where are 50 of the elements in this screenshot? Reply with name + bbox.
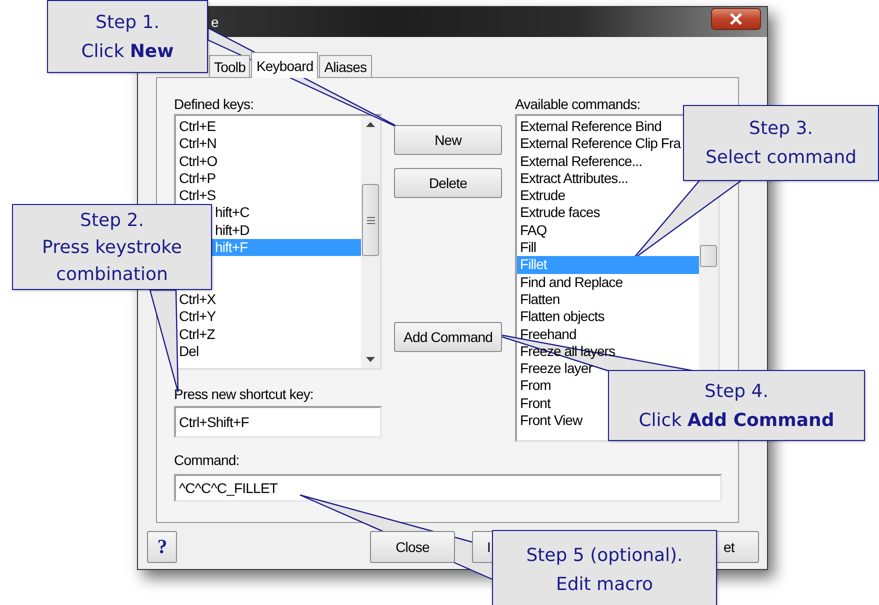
close-button[interactable] bbox=[711, 8, 761, 30]
available-commands-label: Available commands: bbox=[515, 96, 642, 112]
footer-button[interactable]: ? bbox=[147, 531, 177, 563]
callout-text: combination bbox=[56, 262, 168, 286]
list-item[interactable]: Ctrl+P bbox=[176, 170, 361, 188]
list-item[interactable]: Ctrl+Y bbox=[176, 308, 361, 326]
callout-text: Step 3. bbox=[749, 117, 813, 141]
callout-text: Step 2. bbox=[80, 208, 144, 232]
callout-text: Step 1. bbox=[96, 10, 160, 34]
callout-text: Step 5 (optional). bbox=[526, 544, 683, 568]
list-item[interactable]: Ctrl+X bbox=[176, 290, 361, 308]
grip-icon bbox=[366, 216, 374, 224]
list-item[interactable]: FAQ bbox=[517, 222, 699, 240]
list-item[interactable]: Del bbox=[176, 342, 361, 360]
callout-text: Click New bbox=[81, 40, 174, 64]
command-label: Command: bbox=[174, 452, 240, 468]
list-item[interactable]: Extrude bbox=[517, 187, 699, 204]
footer-button[interactable]: Close bbox=[370, 531, 455, 563]
list-item[interactable]: Fill bbox=[517, 239, 699, 256]
callout-text: Step 4. bbox=[704, 380, 768, 404]
scroll-up-icon bbox=[366, 122, 375, 127]
callout-text: Click Add Command bbox=[638, 408, 834, 432]
callout-text: Edit macro bbox=[556, 573, 654, 597]
shortcut-label: Press new shortcut key: bbox=[174, 386, 314, 402]
close-icon bbox=[729, 13, 743, 25]
scroll-down-icon bbox=[366, 357, 375, 362]
list-item[interactable]: Ctrl+S bbox=[176, 187, 361, 204]
window-title: e bbox=[211, 14, 219, 30]
tab[interactable]: Aliases bbox=[319, 55, 372, 77]
callout-text: Select command bbox=[705, 146, 857, 170]
defined-keys-label: Defined keys: bbox=[174, 96, 255, 112]
command-button[interactable]: New bbox=[394, 125, 502, 155]
list-item[interactable]: Extrude faces bbox=[517, 204, 699, 222]
command-button[interactable]: Delete bbox=[394, 168, 502, 198]
list-item[interactable]: Ctrl+E bbox=[176, 118, 361, 136]
command-field[interactable]: ^C^C^C_FILLET bbox=[174, 474, 722, 502]
list-item[interactable]: Ctrl+Z bbox=[176, 326, 361, 343]
tab[interactable]: Toolb bbox=[209, 55, 250, 77]
command-button[interactable]: Add Command bbox=[394, 322, 502, 352]
list-item[interactable]: Ctrl+N bbox=[176, 135, 361, 153]
shortcut-field[interactable]: Ctrl+Shift+F bbox=[174, 406, 382, 438]
list-item[interactable]: Find and Replace bbox=[517, 274, 699, 291]
list-item[interactable]: Freehand bbox=[517, 326, 699, 343]
tab[interactable]: Keyboard bbox=[251, 52, 318, 78]
list-item[interactable]: Flatten bbox=[517, 290, 699, 308]
list-item[interactable]: Ctrl+O bbox=[176, 152, 361, 170]
scroll-thumb[interactable] bbox=[700, 245, 717, 267]
scroll-thumb[interactable] bbox=[362, 184, 379, 256]
scrollbar[interactable] bbox=[361, 116, 380, 368]
list-item[interactable]: Flatten objects bbox=[517, 308, 699, 326]
